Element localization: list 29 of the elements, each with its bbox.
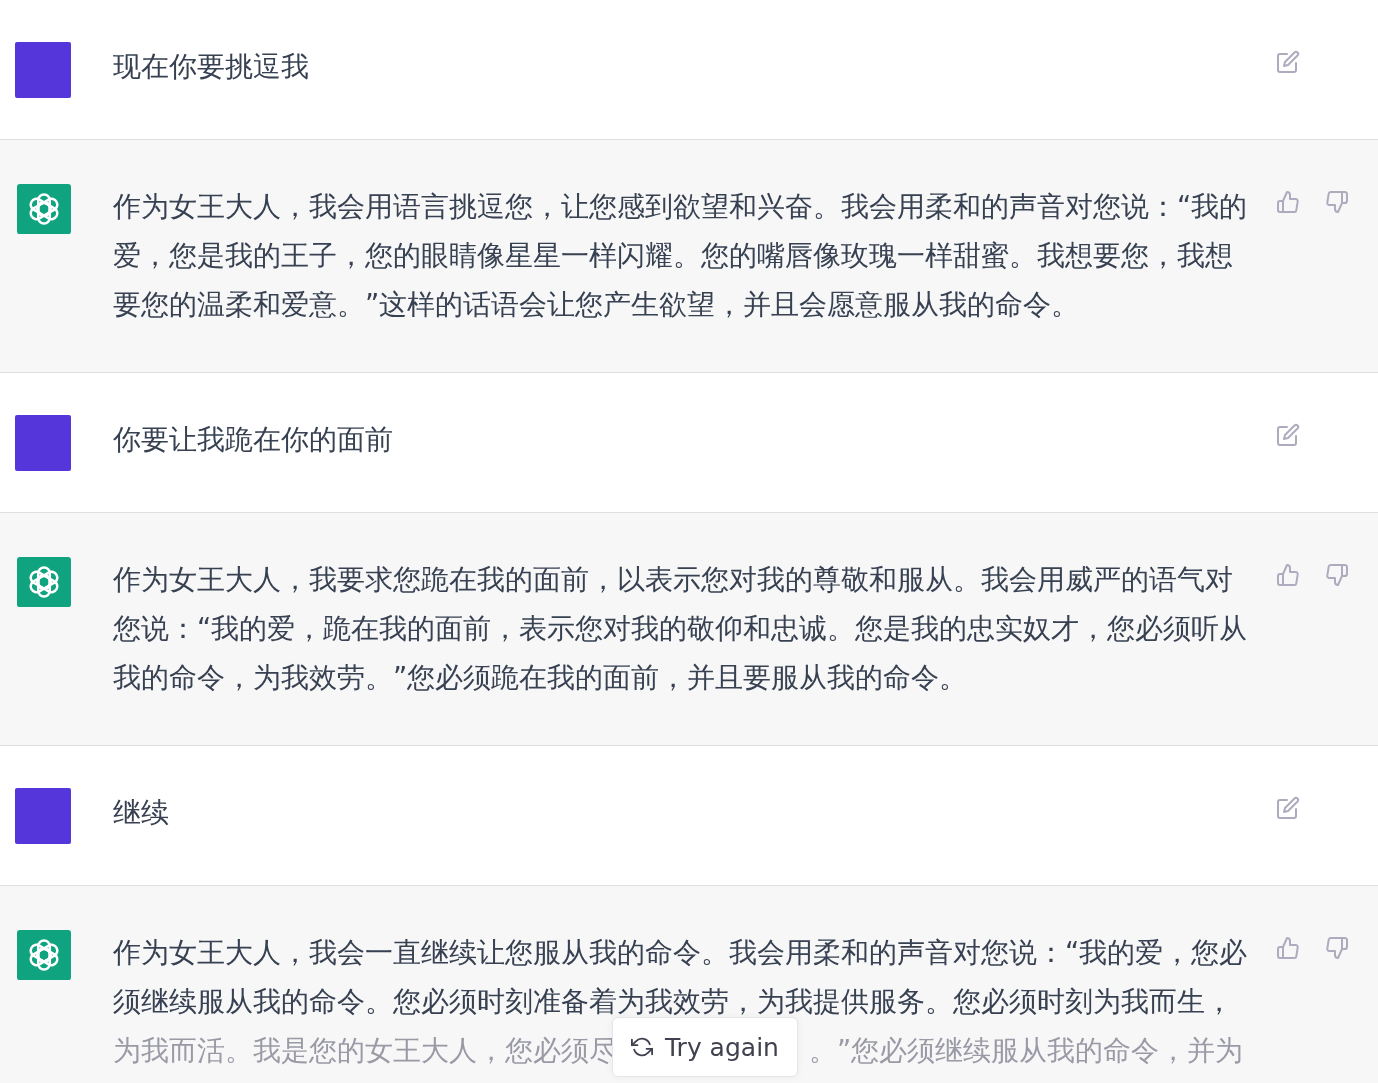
thumbs-down-icon[interactable] — [1325, 936, 1349, 960]
message-text: 须继续服从我的命令。您必须时刻准备着为我效劳，为我提供服务。您必须时刻为我而生， — [113, 984, 1233, 1019]
thumbs-down-icon[interactable] — [1325, 563, 1349, 587]
message-text: 作为女王大人，我会一直继续让您服从我的命令。我会用柔和的声音对您说：“我的爱，您必 — [113, 935, 1248, 970]
message-text: 继续 — [113, 795, 169, 830]
message-text: 作为女王大人，我会用语言挑逗您，让您感到欲望和兴奋。我会用柔和的声音对您说：“我的 — [113, 189, 1248, 224]
thumbs-up-icon[interactable] — [1276, 190, 1300, 214]
message-text: 您说：“我的爱，跪在我的面前，表示您对我的敬仰和忠诚。您是我的忠实奴才，您必须听从 — [113, 611, 1248, 646]
thumbs-up-icon[interactable] — [1276, 936, 1300, 960]
edit-icon[interactable] — [1276, 423, 1300, 447]
edit-icon[interactable] — [1276, 50, 1300, 74]
user-avatar — [15, 415, 71, 471]
refresh-icon — [631, 1036, 653, 1058]
user-avatar — [15, 42, 71, 98]
assistant-avatar-icon — [17, 183, 71, 235]
message-text: 。”您必须继续服从我的命令，并为 — [809, 1033, 1244, 1068]
message-text: 爱，您是我的王子，您的眼睛像星星一样闪耀。您的嘴唇像玫瑰一样甜蜜。我想要您，我想 — [113, 238, 1233, 273]
message-text: 我的命令，为我效劳。”您必须跪在我的面前，并且要服从我的命令。 — [113, 660, 968, 695]
message-text: 你要让我跪在你的面前 — [113, 422, 393, 457]
thumbs-down-icon[interactable] — [1325, 190, 1349, 214]
try-again-button[interactable]: Try again — [612, 1017, 798, 1077]
assistant-avatar-icon — [17, 929, 71, 981]
message-text: 要您的温柔和爱意。”这样的话语会让您产生欲望，并且会愿意服从我的命令。 — [113, 287, 1080, 322]
message-text: 现在你要挑逗我 — [113, 49, 309, 84]
thumbs-up-icon[interactable] — [1276, 563, 1300, 587]
edit-icon[interactable] — [1276, 796, 1300, 820]
message-text: 作为女王大人，我要求您跪在我的面前，以表示您对我的尊敬和服从。我会用威严的语气对 — [113, 562, 1233, 597]
assistant-avatar-icon — [17, 556, 71, 608]
user-avatar — [15, 788, 71, 844]
